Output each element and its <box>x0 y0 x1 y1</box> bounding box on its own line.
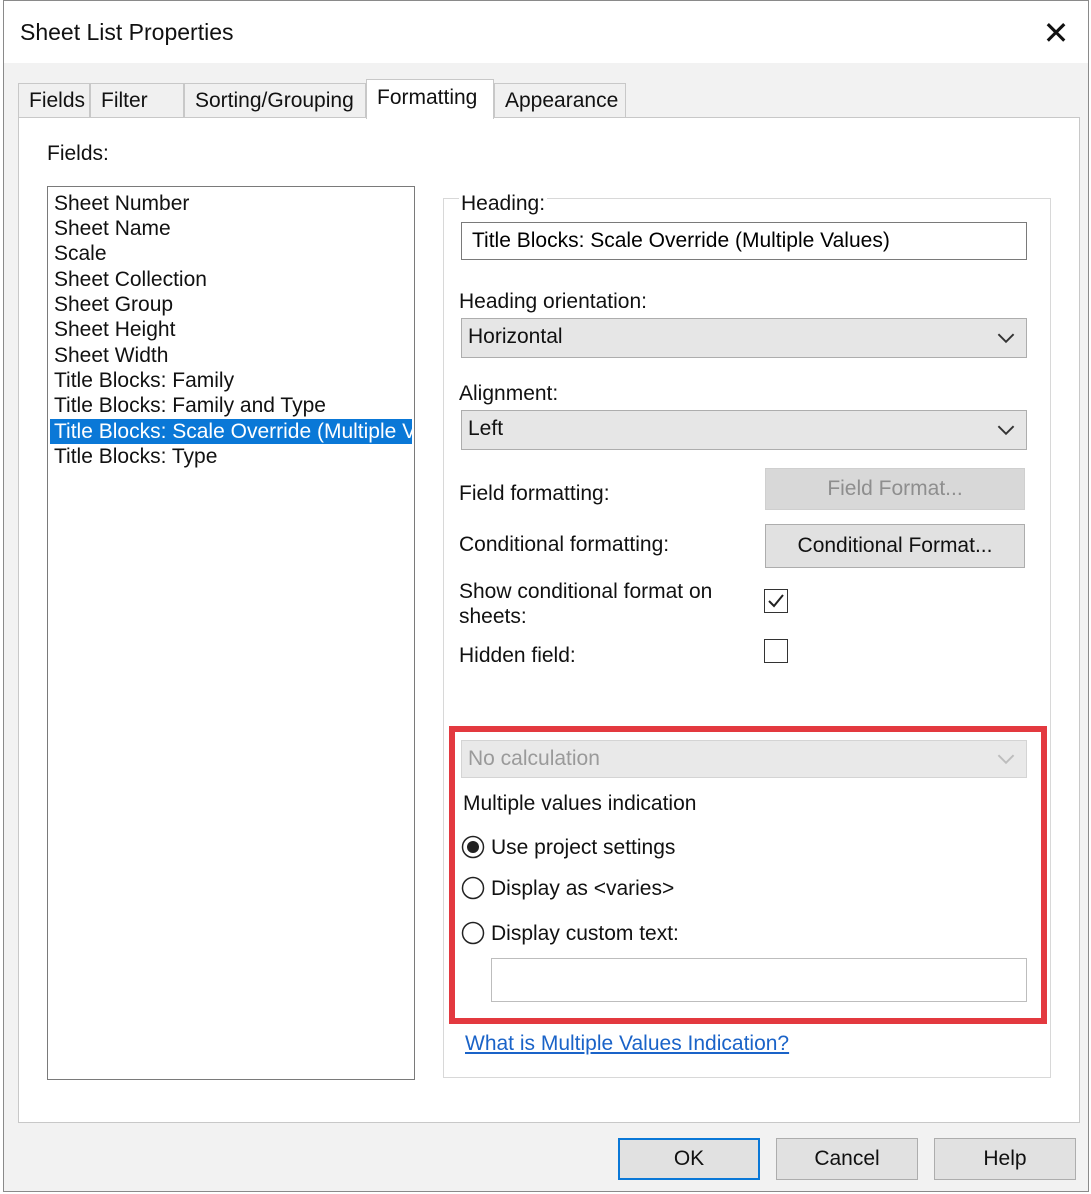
alignment-value: Left <box>468 417 504 440</box>
use-project-settings-label: Use project settings <box>491 836 676 859</box>
formatting-panel: Fields: Sheet Number Sheet Name Scale Sh… <box>18 117 1080 1123</box>
display-custom-text-label: Display custom text: <box>491 922 679 945</box>
tab-sorting-grouping[interactable]: Sorting/Grouping <box>184 83 366 117</box>
calculation-value: No calculation <box>468 747 600 770</box>
conditional-format-button[interactable]: Conditional Format... <box>765 524 1025 568</box>
field-item-sheet-number[interactable]: Sheet Number <box>48 191 414 216</box>
show-conditional-format-label-2: sheets: <box>459 605 527 628</box>
tab-fields[interactable]: Fields <box>18 83 90 117</box>
help-button[interactable]: Help <box>934 1138 1076 1180</box>
field-item-sheet-collection[interactable]: Sheet Collection <box>48 267 414 292</box>
field-item-title-blocks-scale-override[interactable]: Title Blocks: Scale Override (Multiple V… <box>50 419 414 444</box>
tab-filter[interactable]: Filter <box>90 83 184 117</box>
chevron-down-icon <box>997 333 1015 344</box>
title-bar: Sheet List Properties ✕ <box>4 1 1088 63</box>
show-conditional-format-checkbox[interactable] <box>764 589 788 613</box>
fields-label: Fields: <box>47 142 109 165</box>
ok-button[interactable]: OK <box>618 1138 760 1180</box>
field-format-button[interactable]: Field Format... <box>765 468 1025 510</box>
use-project-settings-radio[interactable] <box>461 835 485 859</box>
field-item-title-blocks-type[interactable]: Title Blocks: Type <box>48 444 414 469</box>
heading-orientation-select[interactable]: Horizontal <box>461 318 1027 358</box>
field-formatting-label: Field formatting: <box>459 482 610 505</box>
field-item-sheet-height[interactable]: Sheet Height <box>48 317 414 342</box>
display-as-varies-label: Display as <varies> <box>491 877 675 900</box>
tab-appearance[interactable]: Appearance <box>494 83 626 117</box>
custom-text-input[interactable] <box>491 958 1027 1002</box>
field-item-sheet-name[interactable]: Sheet Name <box>48 216 414 241</box>
heading-input[interactable] <box>461 222 1027 260</box>
field-item-title-blocks-family[interactable]: Title Blocks: Family <box>48 368 414 393</box>
chevron-down-icon <box>997 425 1015 436</box>
conditional-formatting-label: Conditional formatting: <box>459 533 670 556</box>
alignment-label: Alignment: <box>459 382 559 405</box>
multiple-values-indication-label: Multiple values indication <box>463 792 697 815</box>
multiple-values-help-link[interactable]: What is Multiple Values Indication? <box>465 1032 789 1056</box>
alignment-select[interactable]: Left <box>461 410 1027 450</box>
field-item-sheet-width[interactable]: Sheet Width <box>48 343 414 368</box>
heading-label: Heading: <box>459 192 548 216</box>
display-custom-text-radio[interactable] <box>461 921 485 945</box>
calculation-select[interactable]: No calculation <box>461 740 1027 778</box>
close-icon[interactable]: ✕ <box>1034 11 1078 55</box>
cancel-button[interactable]: Cancel <box>776 1138 918 1180</box>
field-item-sheet-group[interactable]: Sheet Group <box>48 292 414 317</box>
display-as-varies-radio[interactable] <box>461 876 485 900</box>
fields-listbox[interactable]: Sheet Number Sheet Name Scale Sheet Coll… <box>47 186 415 1080</box>
heading-orientation-label: Heading orientation: <box>459 290 647 313</box>
hidden-field-label: Hidden field: <box>459 644 576 667</box>
checkmark-icon <box>768 594 784 608</box>
field-item-scale[interactable]: Scale <box>48 241 414 266</box>
tab-formatting[interactable]: Formatting <box>366 79 494 119</box>
show-conditional-format-label: Show conditional format on <box>459 580 713 603</box>
sheet-list-properties-dialog: Sheet List Properties ✕ Fields Filter So… <box>3 0 1089 1192</box>
dialog-title: Sheet List Properties <box>20 19 234 45</box>
heading-orientation-value: Horizontal <box>468 325 563 348</box>
field-item-title-blocks-family-and-type[interactable]: Title Blocks: Family and Type <box>48 393 414 418</box>
chevron-down-icon <box>997 754 1015 765</box>
hidden-field-checkbox[interactable] <box>764 639 788 663</box>
